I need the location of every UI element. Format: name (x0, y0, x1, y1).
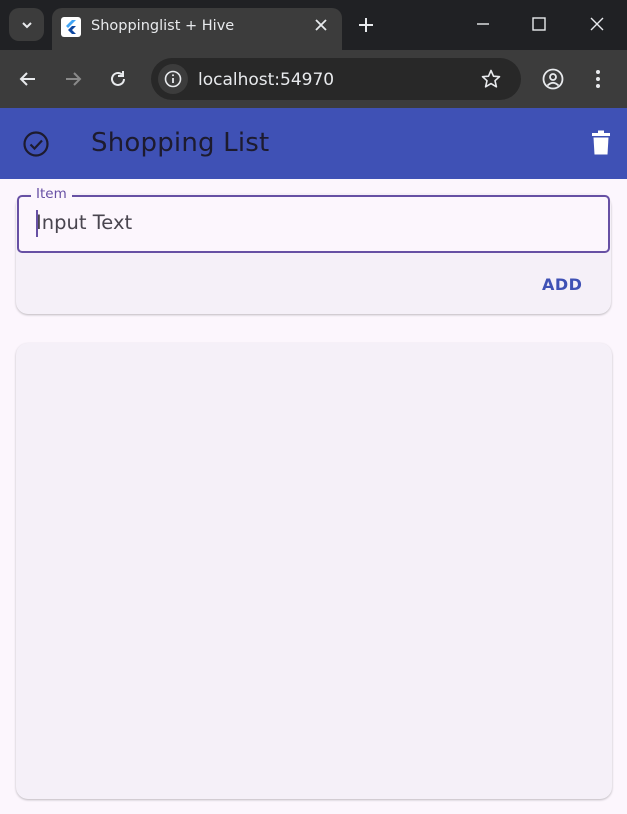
forward-arrow-icon[interactable] (63, 69, 83, 89)
text-caret (36, 210, 38, 237)
bookmark-star-icon[interactable] (480, 68, 502, 90)
check-circle-icon[interactable] (22, 130, 50, 158)
shopping-items-list (16, 343, 612, 799)
item-field-label: Item (31, 186, 72, 202)
tab-strip: Shoppinglist + Hive (0, 0, 627, 50)
more-menu-icon[interactable] (586, 67, 610, 91)
new-tab-icon[interactable] (356, 15, 376, 35)
flutter-icon (61, 17, 81, 37)
item-input-text[interactable]: Input Text (36, 211, 132, 234)
delete-icon[interactable] (590, 130, 612, 156)
browser-tab[interactable]: Shoppinglist + Hive (52, 8, 342, 50)
browser-toolbar: localhost:54970 (0, 50, 627, 108)
profile-icon[interactable] (541, 67, 565, 91)
add-button[interactable]: ADD (536, 273, 588, 296)
site-info-button[interactable] (158, 64, 188, 94)
url-text: localhost:54970 (198, 70, 335, 90)
app-bar: Shopping List (0, 108, 627, 179)
tab-search-button[interactable] (9, 8, 44, 41)
back-arrow-icon[interactable] (18, 69, 38, 89)
maximize-icon[interactable] (530, 15, 548, 33)
window-close-icon[interactable] (588, 15, 606, 33)
chevron-down-icon (21, 21, 32, 28)
info-icon (164, 70, 182, 88)
reload-icon[interactable] (108, 69, 128, 89)
page-title: Shopping List (91, 128, 270, 158)
close-tab-icon[interactable] (312, 16, 330, 34)
minimize-icon[interactable] (474, 15, 492, 33)
tab-title: Shoppinglist + Hive (91, 18, 235, 34)
address-bar[interactable]: localhost:54970 (151, 58, 521, 100)
